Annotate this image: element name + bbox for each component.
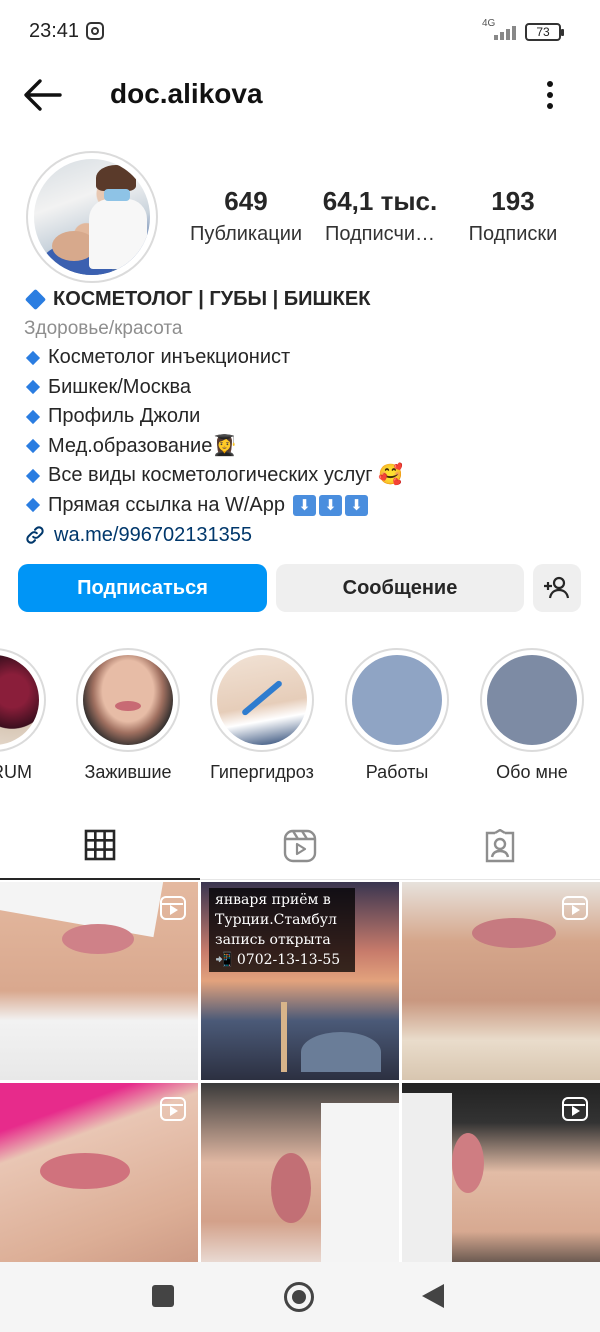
bio-link-text: wa.me/996702131355 [54, 524, 252, 546]
bio-name: КОСМЕТОЛОГ | ГУБЫ | БИШКЕК [53, 288, 371, 310]
small-diamond-icon [25, 380, 41, 395]
instagram-notification-icon [86, 22, 104, 40]
system-navigation-bar [0, 1262, 600, 1332]
highlight-hyperhidrosis[interactable]: Гипергидроз [210, 648, 314, 783]
avatar[interactable] [26, 151, 158, 283]
reel-icon [160, 896, 186, 920]
bio-line: Косметолог инъекционист [24, 343, 584, 373]
reel-icon [160, 1097, 186, 1121]
post-promo-text: января приём в Турции.Стамбул запись отк… [209, 888, 355, 972]
small-diamond-icon [25, 409, 41, 424]
post-thumbnail[interactable] [402, 1083, 600, 1281]
post-thumbnail[interactable]: января приём в Турции.Стамбул запись отк… [201, 882, 399, 1080]
profile-bio: КОСМЕТОЛОГ | ГУБЫ | БИШКЕК Здоровье/крас… [24, 285, 584, 550]
reel-icon [562, 1097, 588, 1121]
bio-line-text: Косметолог инъекционист [48, 346, 291, 368]
highlight-label: Работы [365, 762, 429, 782]
highlight-works[interactable]: Работы [345, 648, 449, 783]
post-thumbnail[interactable] [402, 882, 600, 1080]
follow-button[interactable]: Подписаться [18, 564, 267, 612]
highlight-label: Обо мне [496, 762, 568, 782]
blue-diamond-icon [24, 288, 47, 311]
highlight-healed[interactable]: Зажившие [76, 648, 180, 783]
posts-label: Публикации [189, 223, 303, 245]
avatar-photo [34, 159, 150, 275]
small-diamond-icon [25, 498, 41, 513]
highlight-label: Зажившие [84, 762, 172, 782]
reel-icon [562, 896, 588, 920]
post-thumbnail[interactable] [0, 1083, 198, 1281]
bio-line-text: Все виды косметологических услуг 🥰 [48, 464, 404, 486]
reels-icon [283, 829, 317, 863]
status-bar: 23:41 4G 73 [0, 0, 600, 64]
suggested-users-button[interactable] [533, 564, 581, 612]
posts-count: 649 [224, 186, 268, 216]
stat-followers[interactable]: 64,1 тыс. Подписчи… [320, 186, 440, 246]
tab-tagged[interactable] [400, 812, 600, 880]
down-arrows-icons: ⬇ ⬇ ⬇ [293, 494, 369, 516]
bio-category: Здоровье/красота [24, 318, 183, 339]
followers-label: Подписчи… [324, 223, 436, 245]
battery-icon: 73 [525, 23, 564, 41]
more-vertical-icon[interactable] [540, 78, 560, 112]
tab-grid[interactable] [0, 812, 200, 880]
bio-line: Прямая ссылка на W/App ⬇ ⬇ ⬇ [24, 491, 584, 521]
arrow-left-icon[interactable] [22, 78, 62, 112]
post-thumbnail[interactable] [0, 882, 198, 1080]
small-diamond-icon [25, 439, 41, 454]
followers-count: 64,1 тыс. [322, 186, 438, 216]
bio-link[interactable]: wa.me/996702131355 [24, 520, 584, 550]
add-person-icon [544, 576, 570, 599]
bio-line-text: Прямая ссылка на W/App [48, 493, 286, 516]
bio-line: Мед.образование👩‍🎓 [24, 432, 584, 462]
bio-name-row: КОСМЕТОЛОГ | ГУБЫ | БИШКЕК [24, 285, 584, 314]
link-icon [26, 526, 44, 544]
bio-line: Профиль Джоли [24, 402, 584, 432]
message-button[interactable]: Сообщение [276, 564, 524, 612]
home-icon[interactable] [284, 1282, 314, 1312]
highlight-label: RUM [0, 762, 32, 782]
bio-line-text: Мед.образование👩‍🎓 [48, 434, 238, 457]
small-diamond-icon [25, 350, 41, 365]
bio-line: Все виды косметологических услуг 🥰 [24, 461, 584, 491]
recents-icon[interactable] [152, 1285, 174, 1307]
bio-line-text: Бишкек/Москва [48, 375, 192, 398]
stat-posts[interactable]: 649 Публикации [183, 186, 309, 246]
small-diamond-icon [25, 468, 41, 483]
bio-line-text: Профиль Джоли [48, 405, 201, 427]
highlight-rum[interactable]: RUM [0, 648, 46, 783]
back-triangle-icon[interactable] [422, 1284, 444, 1308]
grid-icon [84, 829, 116, 861]
profile-header: doc.alikova [0, 64, 600, 126]
highlight-label: Гипергидроз [210, 762, 314, 782]
post-thumbnail[interactable] [201, 1083, 399, 1281]
status-time: 23:41 [29, 20, 80, 42]
stat-following[interactable]: 193 Подписки [460, 186, 566, 246]
following-count: 193 [491, 186, 535, 216]
highlight-about-me[interactable]: Обо мне [480, 648, 584, 783]
following-label: Подписки [468, 223, 558, 245]
profile-tabs [0, 812, 600, 880]
tagged-icon [485, 829, 515, 863]
bio-line: Бишкек/Москва [24, 373, 584, 403]
profile-username: doc.alikova [110, 78, 263, 109]
tab-reels[interactable] [200, 812, 400, 880]
signal-icon [490, 24, 520, 40]
